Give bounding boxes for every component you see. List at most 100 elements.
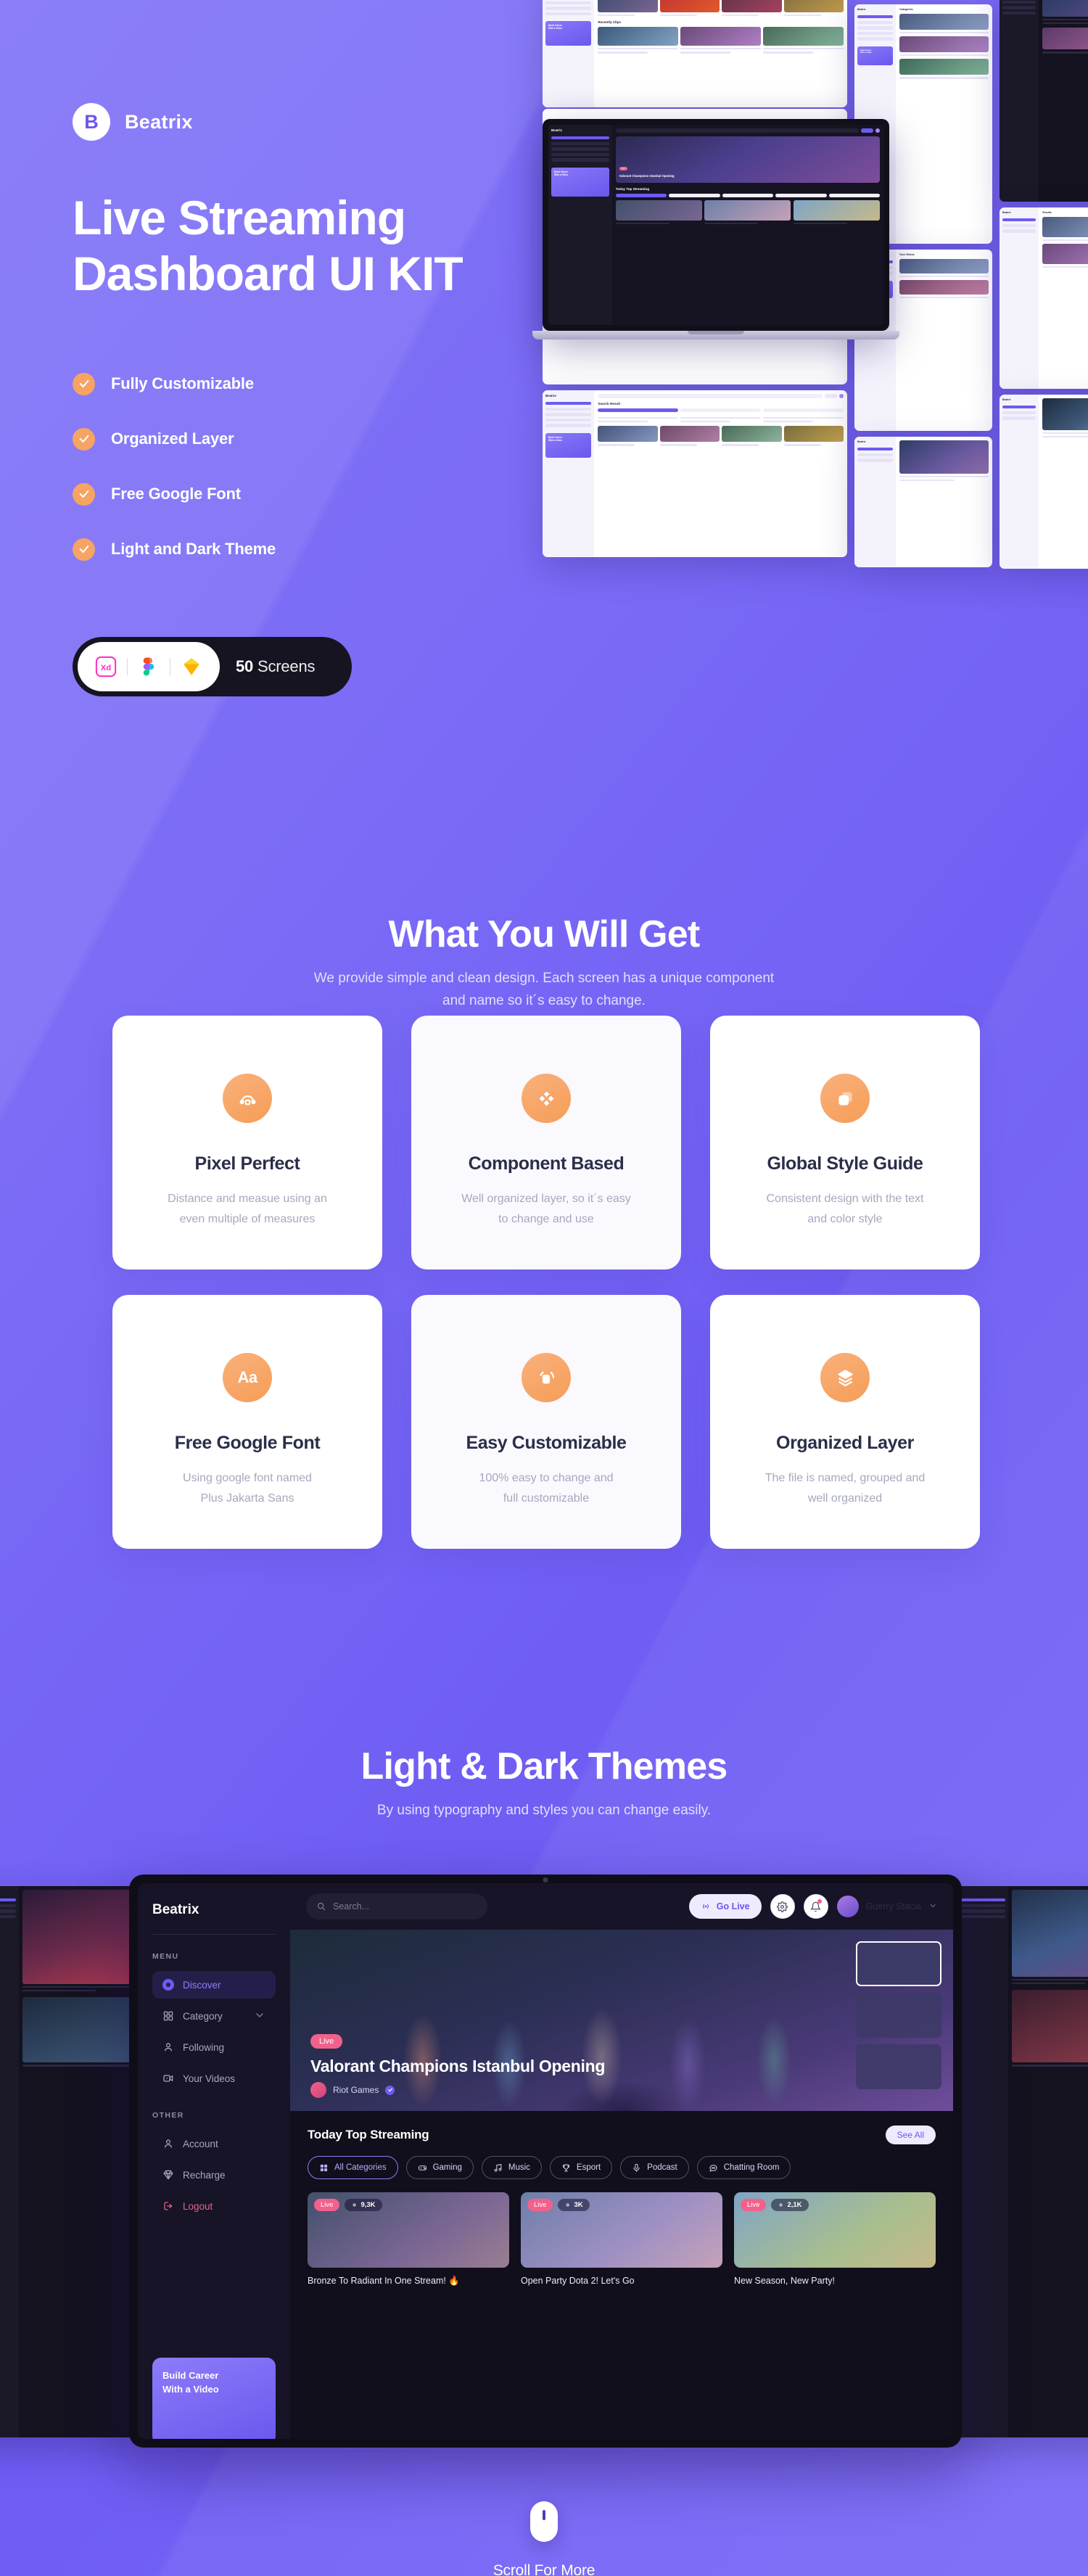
video-thumbnail: Live 2,1K [734, 2192, 936, 2268]
viewer-count: 9,3K [345, 2199, 382, 2211]
eye-icon [779, 2203, 783, 2207]
feature-card[interactable]: Easy Customizable 100% easy to change an… [411, 1295, 681, 1549]
sidebar-item-category[interactable]: Category [152, 2002, 276, 2030]
sidebar-item-recharge[interactable]: Recharge [152, 2161, 276, 2189]
app-formats: Xd [78, 642, 220, 691]
feature-label: Organized Layer [111, 429, 234, 448]
divider [152, 1934, 276, 1935]
mockup-screen: Beatrix Build Career With a Video Search … [543, 390, 847, 557]
video-card[interactable]: Live 9,3K Bronze To Radiant In One Strea… [308, 2192, 509, 2287]
feature-card[interactable]: Aa Free Google Font Using google font na… [112, 1295, 382, 1549]
viewer-count-value: 2,1K [787, 2201, 802, 2209]
sidebar-item-logout[interactable]: Logout [152, 2192, 276, 2220]
card-title: Organized Layer [776, 1433, 914, 1453]
search-placeholder: Search... [333, 1901, 370, 1912]
sidebar-item-label: Discover [183, 1979, 221, 1991]
sidebar-item-label: Category [183, 2010, 223, 2022]
chip-podcast[interactable]: Podcast [620, 2156, 689, 2179]
settings-button[interactable] [770, 1894, 795, 1919]
sidebar-promo-card[interactable]: Build Career With a Video [152, 2358, 276, 2439]
trophy-icon [562, 2164, 569, 2171]
dashboard-main: Search... Go Live Guerry Stacia Live Val… [290, 1883, 953, 2439]
sidebar-item-label: Recharge [183, 2169, 226, 2181]
sidebar-item-account[interactable]: Account [152, 2130, 276, 2157]
chevron-down-icon [254, 2009, 265, 2023]
sidebar-item-following[interactable]: Following [152, 2033, 276, 2061]
laptop-mockup: Beatrix Build Career With a Video Live Va… [532, 119, 899, 355]
stream-thumbnail[interactable] [856, 1993, 941, 2038]
chip-label: Music [508, 2163, 530, 2172]
feature-item: Fully Customizable [73, 371, 276, 396]
check-icon [73, 482, 95, 506]
sidebar-item-discover[interactable]: Discover [152, 1971, 276, 1999]
stream-thumbnail[interactable] [856, 2044, 941, 2089]
promo-line-1: Build Career [162, 2370, 219, 2381]
mockup-screen: Beatrix [1000, 0, 1088, 202]
stream-thumbnail[interactable] [856, 1941, 941, 1986]
category-filter-chips: All Categories Gaming Music Esport Podca… [308, 2156, 936, 2179]
card-desc-line-2: full customizable [503, 1492, 590, 1505]
go-live-button[interactable]: Go Live [688, 1894, 762, 1919]
section-subtitle: By using typography and styles you can c… [376, 1803, 712, 1818]
user-icon [165, 2139, 172, 2148]
featured-stream-banner[interactable]: Live Valorant Champions Istanbul Opening… [290, 1930, 953, 2111]
mockup-screen: Beatrix [854, 437, 992, 567]
feature-card[interactable]: Global Style Guide Consistent design wit… [710, 1016, 980, 1270]
notifications-button[interactable] [803, 1894, 828, 1919]
card-description: Consistent design with the text and colo… [766, 1189, 923, 1230]
laptop-notch [688, 331, 744, 334]
chip-chatting-room[interactable]: Chatting Room [696, 2156, 791, 2179]
chip-label: Esport [576, 2163, 601, 2172]
chip-music[interactable]: Music [481, 2156, 542, 2179]
feature-card[interactable]: Pixel Perfect Distance and measue using … [112, 1016, 382, 1270]
video-card[interactable]: Live 3K Open Party Dota 2! Let's Go [521, 2192, 722, 2287]
card-desc-line-2: to change and use [498, 1213, 594, 1225]
live-badge: Live [741, 2199, 767, 2211]
card-description: Using google font named Plus Jakarta San… [183, 1468, 312, 1509]
verified-icon [385, 2085, 395, 2095]
mockup-promo-line2: With a Video [548, 27, 563, 30]
dashboard-topbar: Search... Go Live Guerry Stacia [290, 1883, 953, 1930]
search-icon [317, 1902, 326, 1911]
section-subtitle: We provide simple and clean design. Each… [0, 968, 1088, 1013]
viewer-count: 2,1K [771, 2199, 809, 2211]
broadcast-icon [702, 1904, 709, 1909]
page-root: B Beatrix Live Streaming Dashboard UI KI… [0, 0, 1088, 2576]
chip-label: All Categories [334, 2163, 387, 2172]
card-title: Pixel Perfect [194, 1153, 300, 1174]
diamond-icon [163, 2170, 173, 2180]
sidebar-section-menu-label: MENU [152, 1952, 179, 1961]
sidebar-item-your-videos[interactable]: Your Videos [152, 2065, 276, 2092]
figma-icon [138, 656, 160, 678]
card-desc-line-1: 100% easy to change and [479, 1472, 614, 1484]
discover-icon [162, 1979, 174, 1991]
card-desc-line-2: well organized [807, 1492, 883, 1505]
card-title: Easy Customizable [466, 1433, 627, 1453]
avatar [836, 1896, 859, 1917]
chip-esport[interactable]: Esport [549, 2156, 613, 2179]
chip-all-categories[interactable]: All Categories [308, 2156, 398, 2179]
screens-suffix: Screens [253, 657, 316, 675]
card-desc-line-1: The file is named, grouped and [765, 1472, 926, 1484]
video-card[interactable]: Live 2,1K New Season, New Party! [734, 2192, 936, 2287]
mouse-icon [530, 2501, 558, 2542]
viewer-count: 3K [558, 2199, 590, 2211]
divider [127, 658, 128, 675]
feature-label: Free Google Font [111, 485, 241, 503]
user-name: Guerry Stacia [865, 1901, 921, 1912]
sidebar-item-label: Following [183, 2041, 225, 2053]
see-all-button[interactable]: See All [885, 2126, 936, 2144]
feature-card[interactable]: Organized Layer The file is named, group… [710, 1295, 980, 1549]
brand-logo-icon: B [73, 103, 110, 141]
themes-header: Light & Dark Themes By using typography … [0, 1745, 1088, 1822]
chip-label: Gaming [432, 2163, 462, 2172]
card-desc-line-2: Plus Jakarta Sans [200, 1492, 294, 1505]
video-badges: Live 2,1K [741, 2199, 809, 2211]
user-menu[interactable]: Guerry Stacia [836, 1896, 937, 1917]
chip-gaming[interactable]: Gaming [405, 2156, 474, 2179]
channel-name: Riot Games [333, 2085, 379, 2095]
search-input[interactable]: Search... [306, 1893, 487, 1919]
video-thumbnail: Live 9,3K [308, 2192, 509, 2268]
card-description: 100% easy to change and full customizabl… [479, 1468, 613, 1509]
feature-card[interactable]: Component Based Well organized layer, so… [411, 1016, 681, 1270]
